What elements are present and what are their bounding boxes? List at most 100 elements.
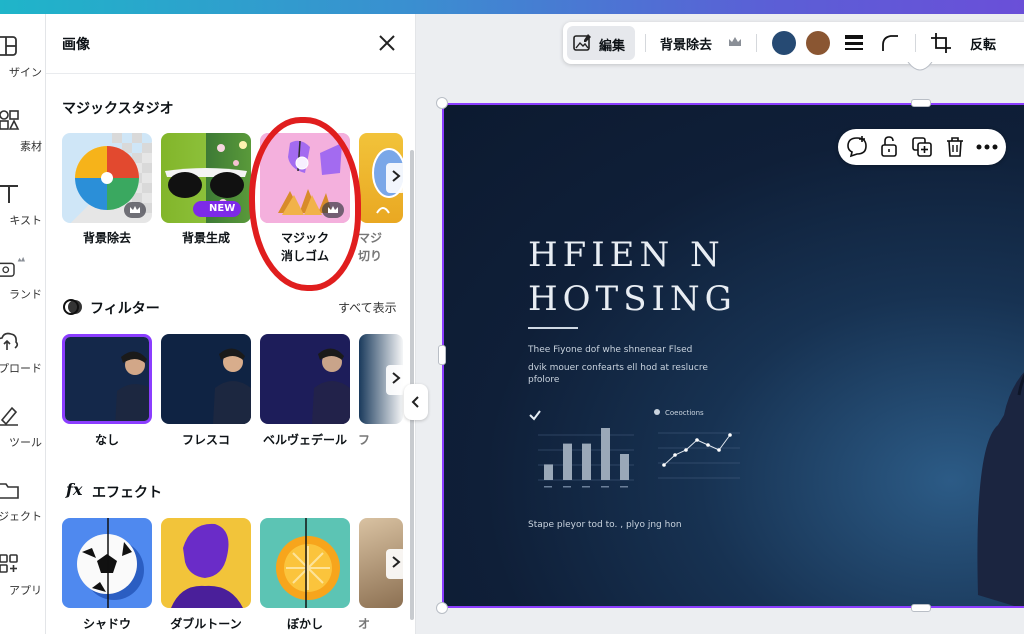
slide-bar — [620, 454, 629, 480]
crown-badge — [124, 202, 146, 218]
slide-bar — [544, 464, 553, 480]
side-rail: ザイン 素材 キスト ランド プロード ツール ロジェクト アプリ — [0, 14, 46, 634]
portrait-thumbnail — [65, 337, 149, 421]
magic-tile-bg-generate[interactable]: NEW — [161, 133, 251, 223]
rail-label: ザイン — [9, 66, 42, 79]
edit-button[interactable]: 編集 — [567, 26, 635, 60]
rotate-handle[interactable] — [905, 62, 935, 72]
toolbar-divider — [756, 34, 757, 52]
magic-tile-label: マジ 切り — [358, 231, 383, 263]
rail-item-text[interactable]: キスト — [0, 182, 45, 252]
slide-bar-tick — [544, 486, 552, 488]
slide-line-chart — [658, 432, 740, 479]
effect-next-arrow[interactable] — [386, 549, 406, 579]
toolbar-divider — [645, 34, 646, 52]
slide-title-line1: HFIEN N — [528, 235, 725, 275]
rail-label: ロジェクト — [0, 510, 42, 523]
element-context-menu — [838, 129, 1006, 165]
panel-title: 画像 — [62, 37, 90, 53]
filter-tile-label: なし — [94, 433, 119, 447]
text-icon — [0, 185, 18, 203]
image-edit-icon — [573, 34, 591, 51]
chevron-right-icon — [392, 170, 401, 182]
rail-item-brand[interactable]: ランド — [0, 256, 45, 326]
top-gradient-bar — [0, 0, 1024, 14]
portrait-thumbnail — [161, 334, 251, 424]
magic-next-arrow[interactable] — [386, 163, 406, 193]
effect-tile-blur[interactable] — [260, 518, 350, 608]
resize-handle-left[interactable] — [438, 345, 446, 365]
rail-item-projects[interactable]: ロジェクト — [0, 478, 45, 548]
portrait-image — [171, 523, 243, 608]
edit-label: 編集 — [599, 39, 626, 54]
draw-icon — [0, 406, 18, 426]
rail-item-upload[interactable]: プロード — [0, 330, 45, 400]
resize-handle-top-left[interactable] — [436, 97, 448, 109]
lock-icon[interactable] — [879, 136, 899, 158]
slide-bar — [601, 428, 610, 480]
close-icon[interactable] — [376, 32, 398, 54]
bg-remove-button[interactable]: 背景除去 — [660, 34, 712, 53]
border-weight-icon[interactable] — [844, 33, 864, 53]
filter-tile-none[interactable] — [62, 334, 152, 424]
slide-canvas[interactable]: HFIEN N HOTSING Thee Fiyone dof whe shne… — [442, 103, 1024, 608]
filter-tile-fresco[interactable] — [161, 334, 251, 424]
rail-label: 素材 — [20, 140, 42, 153]
slide-title-line2: HOTSING — [528, 279, 737, 319]
collapse-panel-button[interactable] — [404, 384, 428, 420]
more-options-icon[interactable] — [976, 144, 998, 150]
slide-line-point — [717, 448, 721, 452]
filter-tile-label: ベルヴェデール — [262, 433, 347, 447]
rail-item-elements[interactable]: 素材 — [0, 108, 45, 178]
slide-chart-legend-text: Coeoctions — [665, 409, 704, 417]
effect-tile-label: ぼかし — [286, 617, 323, 631]
new-badge-text: NEW — [209, 203, 236, 214]
person-figure — [977, 372, 1024, 606]
crop-icon[interactable] — [930, 32, 952, 54]
slide-bar-tick — [563, 486, 571, 488]
rail-label: ツール — [9, 436, 42, 449]
chevron-right-icon — [392, 372, 401, 384]
filter-tile-belvedere[interactable] — [260, 334, 350, 424]
comment-add-icon[interactable] — [846, 136, 868, 158]
resize-handle-bottom[interactable] — [911, 604, 931, 612]
rail-item-apps[interactable]: アプリ — [0, 552, 45, 622]
effect-tile-label: ダブルトーン — [170, 617, 242, 631]
rail-label: キスト — [9, 214, 42, 227]
slide-line-point — [673, 453, 677, 457]
orange-image — [276, 518, 340, 608]
flip-button[interactable]: 反転 — [970, 34, 996, 53]
new-badge: NEW — [193, 201, 242, 217]
trash-icon[interactable] — [945, 136, 965, 158]
magic-tile-bg-remove[interactable] — [62, 133, 152, 223]
resize-handle-bottom-left[interactable] — [436, 602, 448, 614]
rail-label: プロード — [0, 362, 42, 375]
magic-tile-label: 背景生成 — [181, 231, 230, 245]
soccer-ball-image — [77, 518, 144, 608]
brand-icon — [0, 256, 25, 277]
color-swatch-brown[interactable] — [806, 31, 830, 55]
filter-next-arrow[interactable] — [386, 365, 406, 395]
resize-handle-top[interactable] — [911, 99, 931, 107]
rail-item-design[interactable]: ザイン — [0, 34, 45, 104]
filter-icon — [63, 299, 82, 315]
rail-item-draw[interactable]: ツール — [0, 404, 45, 474]
slide-chart-legend: Coeoctions — [654, 409, 704, 417]
slide-bar — [563, 443, 572, 480]
rail-label: アプリ — [9, 584, 42, 597]
corner-rounding-icon[interactable] — [880, 33, 900, 53]
duplicate-icon[interactable] — [911, 136, 933, 158]
color-swatch-navy[interactable] — [772, 31, 796, 55]
effect-tile-shadow[interactable] — [62, 518, 152, 608]
image-panel: 画像 マジックスタジオ 背景除去 NEW 背景生成 マジック 消しゴム マジ 切… — [46, 14, 416, 634]
apps-icon — [0, 554, 18, 573]
slide-body-line3: pfolore — [528, 375, 560, 385]
effect-title: エフェクト — [92, 485, 162, 501]
rail-label: ランド — [9, 288, 42, 301]
crown-icon — [130, 206, 140, 213]
see-all-link[interactable]: すべて表示 — [338, 299, 397, 316]
chevron-right-icon — [392, 556, 401, 568]
layout-icon — [0, 36, 17, 56]
slide-line-point — [662, 463, 666, 467]
effect-tile-duotone[interactable] — [161, 518, 251, 608]
